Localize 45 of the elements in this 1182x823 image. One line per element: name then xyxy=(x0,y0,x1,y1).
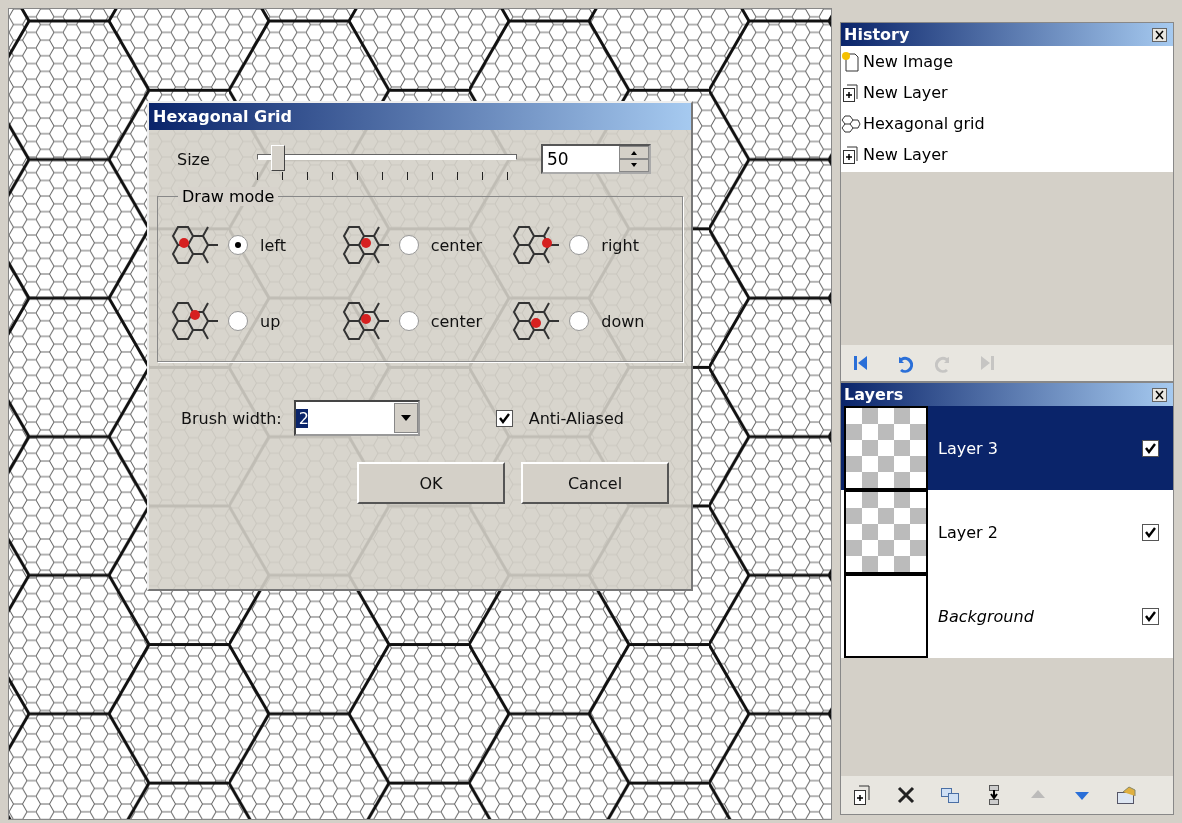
size-spinbox[interactable]: 50 xyxy=(541,144,651,174)
close-icon[interactable] xyxy=(1152,27,1167,42)
radio-button[interactable] xyxy=(569,311,590,331)
layer-name: Layer 2 xyxy=(937,522,999,542)
properties-icon[interactable] xyxy=(1115,784,1137,806)
visibility-checkbox[interactable] xyxy=(1142,607,1159,625)
checkbox-label: Anti-Aliased xyxy=(528,408,624,428)
close-icon[interactable] xyxy=(1152,387,1167,402)
hexagon-grid-icon xyxy=(841,113,861,134)
spin-down-icon[interactable] xyxy=(619,159,649,172)
radio-label: up xyxy=(260,311,281,331)
caret-icon[interactable] xyxy=(393,403,418,433)
radio-label: center xyxy=(430,235,483,255)
radio-label: down xyxy=(601,311,645,331)
checkbox[interactable] xyxy=(495,409,513,427)
ok-button[interactable]: OK xyxy=(357,462,505,504)
layer-row[interactable]: Layer 3 xyxy=(841,406,1173,490)
panel-title: Layers xyxy=(844,385,904,404)
brush-width-label: Brush width: xyxy=(181,408,282,428)
radio-button[interactable] xyxy=(569,235,590,255)
cancel-button[interactable]: Cancel xyxy=(521,462,669,504)
panel-title: History xyxy=(844,25,910,44)
layer-name: Background xyxy=(937,606,1035,626)
size-label: Size xyxy=(176,149,211,169)
radio-label: right xyxy=(601,235,639,255)
history-item[interactable]: Hexagonal grid xyxy=(841,108,1173,139)
brush-width-dropdown[interactable]: 2 xyxy=(293,400,420,436)
delete-icon[interactable] xyxy=(895,784,917,806)
radio-label: center xyxy=(430,311,483,331)
spin-up-icon[interactable] xyxy=(619,146,649,159)
slider-thumb[interactable] xyxy=(270,145,285,171)
radio-label: left xyxy=(260,235,286,255)
radio-button[interactable] xyxy=(228,311,248,331)
visibility-checkbox[interactable] xyxy=(1142,439,1159,457)
history-item[interactable]: New Image xyxy=(841,46,1173,77)
window-title: Hexagonal Grid xyxy=(149,103,691,130)
history-item[interactable]: New Layer xyxy=(841,139,1173,170)
layer-name: Layer 3 xyxy=(937,438,999,458)
radio-button[interactable] xyxy=(228,235,248,255)
group-label: Draw mode xyxy=(178,187,279,206)
visibility-checkbox[interactable] xyxy=(1142,523,1159,541)
history-item[interactable]: New Layer xyxy=(841,77,1173,108)
add-layer-icon[interactable] xyxy=(851,784,873,806)
radio-button[interactable] xyxy=(398,311,419,331)
radio-button[interactable] xyxy=(398,235,419,255)
